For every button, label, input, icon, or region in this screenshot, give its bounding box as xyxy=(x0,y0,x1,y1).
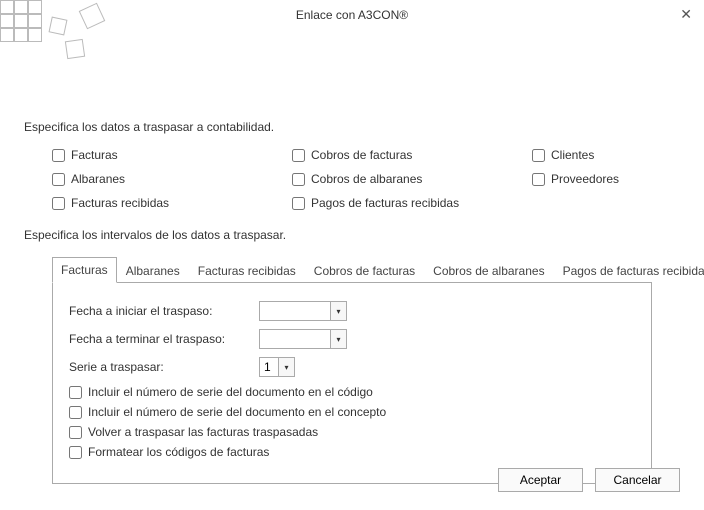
check-pagos-facturas-recibidas-label: Pagos de facturas recibidas xyxy=(311,196,459,210)
check-cobros-albaranes[interactable]: Cobros de albaranes xyxy=(292,172,532,186)
fecha-inicio-label: Fecha a iniciar el traspaso: xyxy=(69,304,259,318)
check-facturas-recibidas[interactable]: Facturas recibidas xyxy=(52,196,292,210)
check-albaranes[interactable]: Albaranes xyxy=(52,172,292,186)
check-pagos-facturas-recibidas-box[interactable] xyxy=(292,197,305,210)
tab-cobros-albaranes[interactable]: Cobros de albaranes xyxy=(424,258,553,283)
check-proveedores-box[interactable] xyxy=(532,173,545,186)
tab-albaranes[interactable]: Albaranes xyxy=(117,258,189,283)
check-facturas-box[interactable] xyxy=(52,149,65,162)
serie-input[interactable] xyxy=(260,358,278,376)
check-pagos-facturas-recibidas[interactable]: Pagos de facturas recibidas xyxy=(292,196,532,210)
close-icon[interactable]: ✕ xyxy=(680,6,692,23)
check-facturas-recibidas-box[interactable] xyxy=(52,197,65,210)
opt-incluir-codigo-box[interactable] xyxy=(69,386,82,399)
check-facturas-label: Facturas xyxy=(71,148,118,162)
opt-formatear-codigos[interactable]: Formatear los códigos de facturas xyxy=(69,445,635,459)
title-bar: Enlace con A3CON® ✕ xyxy=(0,0,704,30)
opt-volver-traspasar-label: Volver a traspasar las facturas traspasa… xyxy=(88,425,318,439)
check-proveedores[interactable]: Proveedores xyxy=(532,172,682,186)
check-cobros-albaranes-label: Cobros de albaranes xyxy=(311,172,422,186)
section-data-label: Especifica los datos a traspasar a conta… xyxy=(24,120,680,134)
serie-dropdown-icon[interactable]: ▾ xyxy=(278,358,294,376)
check-clientes[interactable]: Clientes xyxy=(532,148,682,162)
check-facturas-recibidas-label: Facturas recibidas xyxy=(71,196,169,210)
check-cobros-facturas-box[interactable] xyxy=(292,149,305,162)
opt-formatear-codigos-box[interactable] xyxy=(69,446,82,459)
accept-button[interactable]: Aceptar xyxy=(498,468,583,492)
opt-incluir-codigo[interactable]: Incluir el número de serie del documento… xyxy=(69,385,635,399)
fecha-fin-input[interactable] xyxy=(260,330,330,348)
fecha-inicio-combo[interactable]: ▾ xyxy=(259,301,347,321)
fecha-fin-combo[interactable]: ▾ xyxy=(259,329,347,349)
tab-cobros-facturas[interactable]: Cobros de facturas xyxy=(305,258,424,283)
check-cobros-facturas[interactable]: Cobros de facturas xyxy=(292,148,532,162)
fecha-fin-dropdown-icon[interactable]: ▾ xyxy=(330,330,346,348)
tab-strip: Facturas Albaranes Facturas recibidas Co… xyxy=(52,256,652,283)
opt-incluir-concepto-box[interactable] xyxy=(69,406,82,419)
opt-incluir-concepto[interactable]: Incluir el número de serie del documento… xyxy=(69,405,635,419)
check-clientes-label: Clientes xyxy=(551,148,594,162)
fecha-inicio-dropdown-icon[interactable]: ▾ xyxy=(330,302,346,320)
cancel-button[interactable]: Cancelar xyxy=(595,468,680,492)
serie-combo[interactable]: ▾ xyxy=(259,357,295,377)
tab-facturas-recibidas[interactable]: Facturas recibidas xyxy=(189,258,305,283)
opt-volver-traspasar[interactable]: Volver a traspasar las facturas traspasa… xyxy=(69,425,635,439)
tab-facturas[interactable]: Facturas xyxy=(52,257,117,283)
check-albaranes-box[interactable] xyxy=(52,173,65,186)
check-albaranes-label: Albaranes xyxy=(71,172,125,186)
tab-pagos-facturas-recibidas[interactable]: Pagos de facturas recibidas xyxy=(554,258,704,283)
opt-incluir-codigo-label: Incluir el número de serie del documento… xyxy=(88,385,373,399)
opt-volver-traspasar-box[interactable] xyxy=(69,426,82,439)
data-checks-grid: Facturas Cobros de facturas Clientes Alb… xyxy=(52,148,680,210)
check-clientes-box[interactable] xyxy=(532,149,545,162)
fecha-fin-label: Fecha a terminar el traspaso: xyxy=(69,332,259,346)
section-intervals-label: Especifica los intervalos de los datos a… xyxy=(24,228,680,242)
window-title: Enlace con A3CON® xyxy=(296,8,408,22)
check-cobros-albaranes-box[interactable] xyxy=(292,173,305,186)
opt-incluir-concepto-label: Incluir el número de serie del documento… xyxy=(88,405,386,419)
serie-label: Serie a traspasar: xyxy=(69,360,259,374)
check-proveedores-label: Proveedores xyxy=(551,172,619,186)
check-cobros-facturas-label: Cobros de facturas xyxy=(311,148,412,162)
opt-formatear-codigos-label: Formatear los códigos de facturas xyxy=(88,445,269,459)
check-facturas[interactable]: Facturas xyxy=(52,148,292,162)
fecha-inicio-input[interactable] xyxy=(260,302,330,320)
tab-panel-facturas: Fecha a iniciar el traspaso: ▾ Fecha a t… xyxy=(52,283,652,484)
